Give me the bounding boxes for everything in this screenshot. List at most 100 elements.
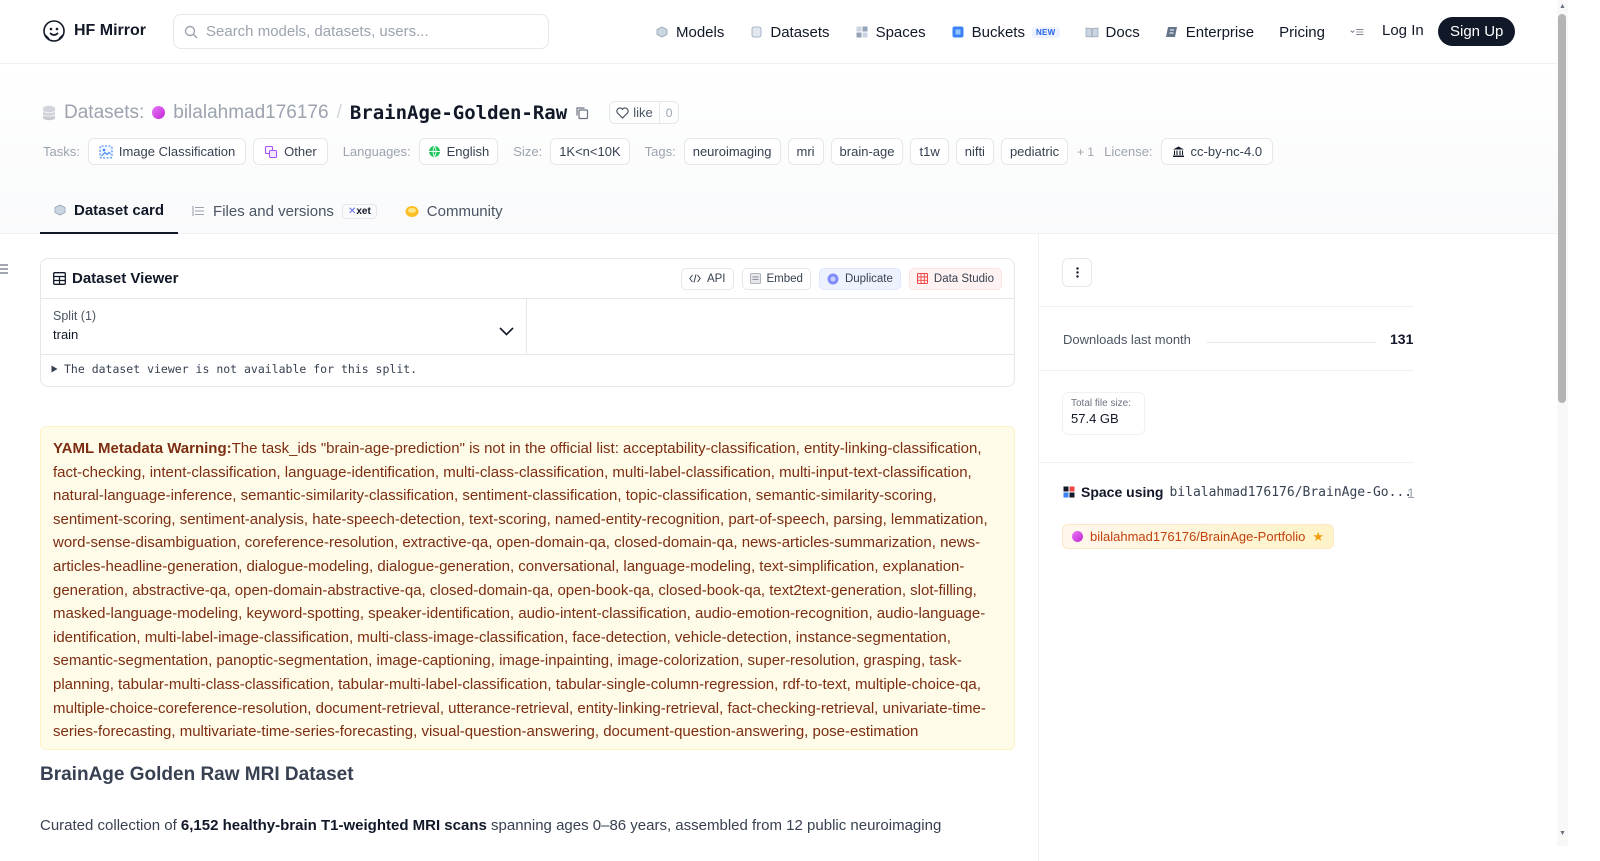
nav-enterprise[interactable]: Enterprise: [1165, 24, 1254, 41]
like-label: like: [633, 105, 653, 120]
tag-brain-age[interactable]: brain-age: [830, 138, 904, 165]
copy-icon[interactable]: [575, 106, 589, 120]
scroll-down-arrow-icon[interactable]: ▼: [1559, 830, 1566, 837]
dataset-viewer: Dataset Viewer API Embed Duplicate Data …: [40, 258, 1015, 387]
nav-spaces[interactable]: Spaces: [855, 24, 926, 41]
sidebar-separator: [1039, 462, 1414, 463]
file-size-value: 57.4 GB: [1071, 411, 1119, 426]
card-intro-pre: Curated collection of: [40, 817, 181, 834]
search-icon: [184, 25, 198, 38]
owner-avatar: [152, 106, 166, 119]
scroll-up-arrow-icon[interactable]: ▲: [1559, 3, 1566, 10]
viewer-unavailable-note[interactable]: The dataset viewer is not available for …: [41, 355, 1014, 383]
star-icon: ★: [1312, 528, 1325, 544]
tab-label: Community: [426, 202, 503, 220]
tag-pediatric[interactable]: pediatric: [1000, 138, 1069, 165]
sidebar-menu-button[interactable]: [1062, 258, 1092, 287]
space-using-label: Space using: [1081, 484, 1164, 500]
scrollbar-thumb[interactable]: [1558, 14, 1566, 403]
files-icon: [192, 206, 205, 216]
tab-label: Dataset card: [74, 201, 165, 219]
tag-label-text: cc-by-nc-4.0: [1190, 144, 1263, 159]
nav-datasets-label: Datasets: [770, 23, 830, 41]
more-menu-button[interactable]: [1350, 25, 1364, 39]
viewer-header: Dataset Viewer API Embed Duplicate Data …: [41, 259, 1014, 299]
dataset-icon: [42, 105, 56, 120]
split-row: Split (1) train: [41, 299, 1014, 355]
search-box[interactable]: [173, 14, 549, 49]
signup-button[interactable]: Sign Up: [1438, 17, 1516, 46]
buckets-icon: [951, 25, 965, 39]
viewer-actions: API Embed Duplicate Data Studio: [680, 267, 1002, 290]
heart-icon: [616, 106, 629, 119]
repo-owner[interactable]: bilalahmad176176: [173, 102, 328, 124]
size-label: Size:: [513, 144, 543, 159]
expand-triangle-icon: [51, 365, 58, 373]
tab-community[interactable]: Community: [391, 188, 517, 234]
file-size-box: Total file size: 57.4 GB: [1062, 392, 1145, 435]
tag-image-classification[interactable]: Image Classification: [87, 138, 247, 165]
tags-label: Tags:: [644, 144, 676, 159]
repo-name[interactable]: BrainAge-Golden-Raw: [350, 102, 567, 124]
tag-nifti[interactable]: nifti: [955, 138, 994, 165]
community-icon: [405, 205, 419, 217]
viewer-note-text: The dataset viewer is not available for …: [64, 362, 418, 376]
repo-separator: /: [336, 101, 342, 123]
nav-datasets[interactable]: Datasets: [749, 23, 830, 41]
space-avatar: [1072, 531, 1083, 542]
sidebar-divider: [1038, 234, 1039, 861]
tab-dataset-card[interactable]: Dataset card: [40, 188, 179, 234]
toc-toggle-icon[interactable]: [0, 263, 10, 275]
more-tags-link[interactable]: + 1: [1077, 145, 1094, 159]
yaml-metadata-warning: YAML Metadata Warning:The task_ids "brai…: [40, 426, 1015, 750]
tag-english[interactable]: English: [418, 138, 499, 165]
card-heading: BrainAge Golden Raw MRI Dataset: [40, 764, 354, 785]
enterprise-icon: [1165, 25, 1179, 39]
search-input[interactable]: [206, 23, 526, 40]
nav-buckets[interactable]: Buckets NEW: [951, 24, 1060, 41]
viewer-title-text: Dataset Viewer: [72, 270, 179, 287]
nav-models[interactable]: Models: [655, 24, 724, 41]
space-chip[interactable]: bilalahmad176176/BrainAge-Portfolio ★: [1062, 524, 1335, 549]
more-menu-icon: [1350, 25, 1364, 39]
split-selector[interactable]: Split (1) train: [41, 299, 527, 354]
tag-size[interactable]: 1K<n<10K: [550, 138, 630, 165]
data-studio-button[interactable]: Data Studio: [908, 267, 1002, 290]
embed-button[interactable]: Embed: [741, 267, 811, 290]
duplicate-button[interactable]: Duplicate: [818, 267, 901, 290]
code-icon: [689, 274, 701, 283]
duplicate-icon: [827, 273, 839, 284]
tag-label-text: Other: [284, 144, 317, 159]
tag-license[interactable]: cc-by-nc-4.0: [1160, 138, 1274, 165]
like-button[interactable]: like 0: [609, 101, 680, 124]
docs-icon: [1085, 25, 1099, 39]
login-link[interactable]: Log In: [1382, 22, 1424, 39]
nav-enterprise-label: Enterprise: [1185, 23, 1255, 41]
like-count: 0: [665, 105, 673, 120]
tab-files-and-versions[interactable]: Files and versions ✕xet: [178, 188, 391, 234]
api-button[interactable]: API: [680, 267, 734, 290]
card-intro-post: spanning ages 0–86 years, assembled from…: [486, 817, 942, 834]
warning-title: YAML Metadata Warning:: [53, 440, 232, 457]
tag-neuroimaging[interactable]: neuroimaging: [683, 138, 781, 165]
embed-label: Embed: [766, 272, 803, 285]
datasets-prefix[interactable]: Datasets:: [64, 102, 144, 124]
license-label: License:: [1104, 144, 1153, 159]
tag-mri[interactable]: mri: [787, 138, 824, 165]
nav-pricing[interactable]: Pricing: [1279, 24, 1325, 41]
tag-t1w[interactable]: t1w: [910, 138, 949, 165]
license-icon: [1172, 146, 1184, 157]
spaces-icon: [1063, 486, 1075, 498]
datasets-icon: [749, 25, 763, 39]
image-classification-icon: [99, 144, 113, 159]
nav-docs[interactable]: Docs: [1085, 24, 1140, 41]
api-label: API: [706, 272, 726, 285]
repo-title: Datasets: bilalahmad176176 / BrainAge-Go…: [42, 101, 680, 124]
duplicate-label: Duplicate: [844, 272, 893, 285]
downloads-sparkline: [1207, 342, 1376, 343]
nav-pricing-label: Pricing: [1279, 23, 1325, 41]
brand-logo[interactable]: HF Mirror: [42, 19, 146, 43]
data-studio-label: Data Studio: [933, 272, 994, 285]
tag-other[interactable]: Other: [253, 138, 328, 165]
kebab-icon: [1075, 267, 1079, 278]
